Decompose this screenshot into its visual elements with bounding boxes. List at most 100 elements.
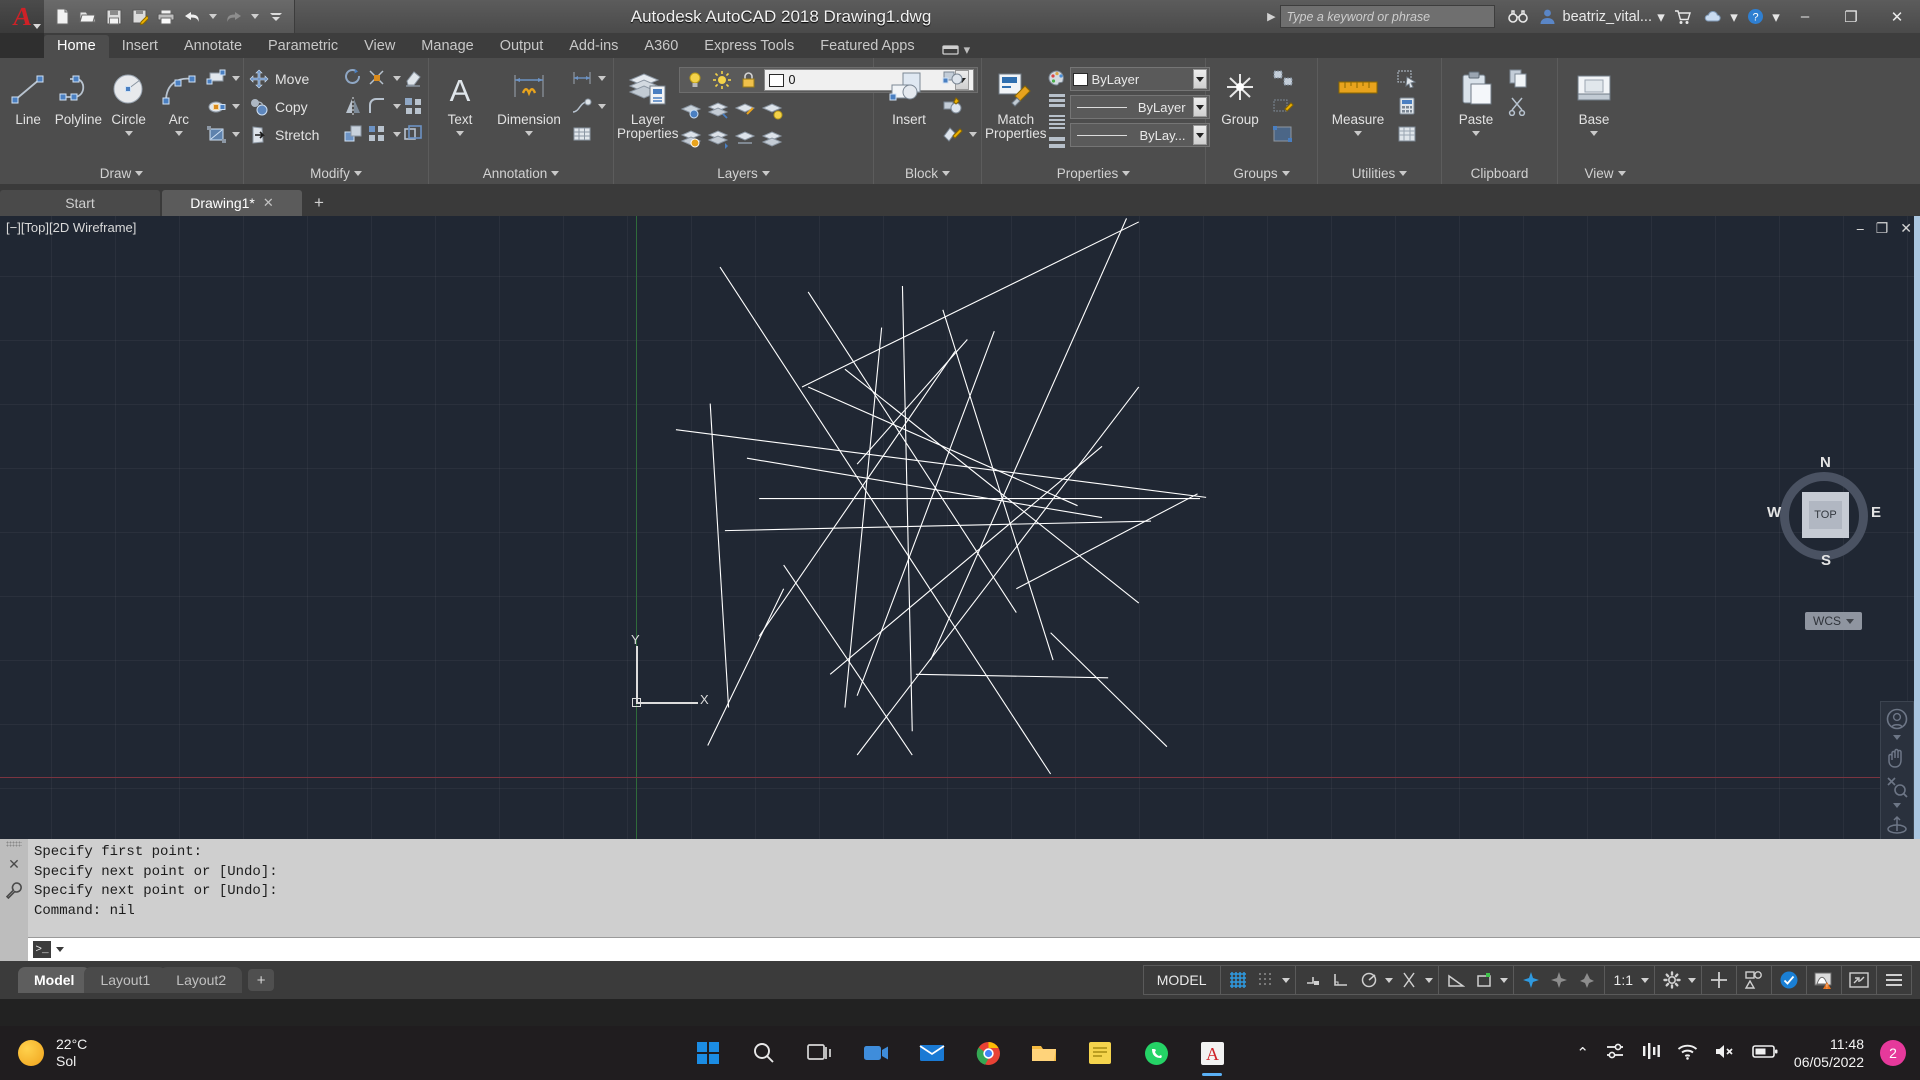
cloud-icon[interactable] (1698, 0, 1728, 33)
ellipse-icon[interactable] (204, 94, 228, 118)
draw-line-button[interactable]: Line (3, 63, 53, 127)
zoom-extents-icon[interactable] (1883, 774, 1911, 800)
quick-calc-icon[interactable] (1395, 94, 1419, 118)
panel-annotation-title[interactable]: Annotation (432, 162, 610, 184)
steering-wheel-dropdown-icon[interactable] (1893, 735, 1901, 740)
ribbon-tab-a360[interactable]: A360 (631, 35, 691, 58)
base-view-button[interactable]: Base (1561, 63, 1627, 136)
chevron-down-icon[interactable] (456, 131, 464, 136)
layer-unisolate-icon[interactable] (733, 127, 757, 151)
autoscale-icon[interactable] (1575, 968, 1599, 992)
layout-tab-model[interactable]: Model (18, 967, 91, 993)
leader-dropdown-icon[interactable] (598, 103, 606, 109)
file-explorer-icon[interactable] (1027, 1036, 1061, 1070)
chevron-down-icon[interactable] (525, 131, 533, 136)
redo-dropdown-icon[interactable] (251, 14, 259, 19)
insert-block-button[interactable]: Insert (877, 63, 941, 127)
isolate-objects-icon[interactable] (1777, 968, 1801, 992)
group-button[interactable]: Group (1209, 63, 1271, 127)
notification-badge[interactable]: 2 (1880, 1040, 1906, 1066)
workspace-dropdown-icon[interactable] (1688, 977, 1696, 983)
sound-mixer-icon[interactable] (1641, 1042, 1661, 1064)
open-file-icon[interactable] (76, 5, 100, 29)
workspace-switching-icon[interactable] (1660, 968, 1684, 992)
copy-clip-icon[interactable] (1507, 66, 1531, 90)
save-as-icon[interactable] (128, 5, 152, 29)
hardware-acceleration-icon[interactable] (1742, 968, 1766, 992)
clean-screen-icon[interactable] (1847, 968, 1871, 992)
undo-icon[interactable] (180, 5, 204, 29)
layer-previous-icon[interactable] (706, 127, 730, 151)
array-icon[interactable] (365, 122, 389, 146)
weather-widget[interactable]: 22°C Sol (0, 1036, 87, 1070)
iso-dropdown-icon[interactable] (1424, 977, 1433, 983)
drawing-canvas[interactable]: [−][Top][2D Wireframe] ⎯ ❐ ✕ Y X ✕ TOP N… (0, 216, 1920, 839)
point-style-icon[interactable] (1395, 122, 1419, 146)
create-block-icon[interactable] (941, 66, 965, 90)
hatch-icon[interactable] (204, 122, 228, 146)
annotation-scale-dropdown-icon[interactable] (1641, 977, 1649, 983)
annotation-scale-label[interactable]: 1:1 (1610, 972, 1637, 988)
group-edit-icon[interactable] (1271, 94, 1295, 118)
help-dropdown-icon[interactable]: ▾ (1770, 0, 1782, 33)
show-annotation-objects-icon[interactable] (1519, 968, 1543, 992)
maximize-button[interactable]: ❐ (1828, 0, 1874, 33)
steering-wheel-icon[interactable] (1883, 706, 1911, 732)
linewidth-dropdown[interactable]: ByLayer (1069, 95, 1210, 119)
fullscreen-cross-icon[interactable] (1707, 968, 1731, 992)
define-attributes-icon[interactable] (941, 122, 965, 146)
array-dropdown-icon[interactable] (393, 131, 401, 137)
command-options-dropdown-icon[interactable] (56, 947, 64, 952)
ribbon-tab-express-tools[interactable]: Express Tools (691, 35, 807, 58)
quick-select-icon[interactable] (1395, 66, 1419, 90)
ribbon-tab-addins[interactable]: Add-ins (556, 35, 631, 58)
rotate-icon[interactable] (341, 66, 365, 90)
close-button[interactable]: ✕ (1874, 0, 1920, 33)
show-hidden-icons-icon[interactable]: ⌃ (1576, 1044, 1589, 1062)
save-file-icon[interactable] (102, 5, 126, 29)
file-tab-drawing1[interactable]: Drawing1* ✕ (162, 190, 302, 216)
object-snap-tracking-icon[interactable] (1444, 968, 1468, 992)
fillet-icon[interactable] (365, 94, 389, 118)
rectangle-icon[interactable] (204, 66, 228, 90)
mirror-icon[interactable] (341, 94, 365, 118)
dimension-linear-icon[interactable] (570, 66, 594, 90)
qat-customize-icon[interactable] (264, 5, 288, 29)
osnap-dropdown-icon[interactable] (1499, 977, 1508, 983)
attributes-dropdown-icon[interactable] (969, 131, 977, 137)
layer-match-icon[interactable] (733, 99, 757, 123)
layer-properties-button[interactable]: Layer Properties (617, 63, 679, 141)
property-list-icon[interactable] (1047, 112, 1067, 130)
infer-constraints-icon[interactable] (1301, 968, 1325, 992)
color-dropdown-button[interactable] (1192, 69, 1207, 89)
draw-arc-button[interactable]: Arc (154, 63, 204, 136)
cart-icon[interactable] (1668, 0, 1698, 33)
redo-icon[interactable] (222, 5, 246, 29)
layout-tab-layout2[interactable]: Layout2 (160, 967, 243, 993)
group-selection-icon[interactable] (1271, 122, 1295, 146)
dimension-dropdown-icon[interactable] (598, 75, 606, 81)
wifi-icon[interactable] (1677, 1043, 1698, 1064)
ribbon-display-options[interactable]: ▾ (941, 42, 970, 58)
view-cube[interactable]: TOP N S E W (1767, 454, 1881, 570)
new-file-tab-button[interactable]: + (304, 190, 334, 216)
search-expand-icon[interactable]: ▶ (1267, 10, 1275, 23)
erase-icon[interactable] (401, 66, 425, 90)
search-icon[interactable] (747, 1036, 781, 1070)
chevron-down-icon[interactable] (174, 131, 183, 136)
ribbon-tab-manage[interactable]: Manage (408, 35, 486, 58)
search-input[interactable]: Type a keyword or phrase (1279, 5, 1495, 28)
scale-icon[interactable] (341, 122, 365, 146)
ellipse-dropdown-icon[interactable] (232, 103, 240, 109)
layer-freeze-icon[interactable] (706, 99, 730, 123)
chevron-down-icon[interactable] (1472, 131, 1480, 136)
panel-modify-title[interactable]: Modify (247, 162, 425, 184)
new-file-icon[interactable] (50, 5, 74, 29)
cut-clip-icon[interactable] (1507, 94, 1531, 118)
autocad-icon[interactable]: A (1195, 1036, 1229, 1076)
trim-dropdown-icon[interactable] (393, 75, 401, 81)
chevron-down-icon[interactable] (124, 131, 133, 136)
orbit-icon[interactable] (1883, 813, 1911, 839)
annotation-visibility-icon[interactable] (1547, 968, 1571, 992)
undo-dropdown-icon[interactable] (209, 14, 217, 19)
